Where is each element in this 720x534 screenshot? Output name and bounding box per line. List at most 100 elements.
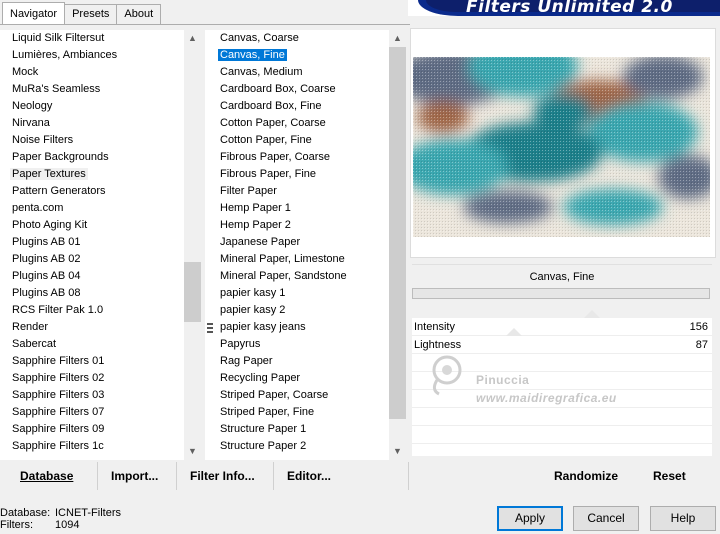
filter-list-item[interactable]: Fibrous Paper, Fine: [205, 166, 389, 183]
filter-list-item[interactable]: Cardboard Box, Coarse: [205, 81, 389, 98]
filter-item-label: Fibrous Paper, Coarse: [220, 151, 331, 163]
tab-presets[interactable]: Presets: [64, 4, 118, 24]
tab-navigator[interactable]: Navigator: [2, 2, 66, 24]
filter-list-item[interactable]: Cotton Paper, Coarse: [205, 115, 389, 132]
preview-image: [413, 57, 710, 237]
scroll-up-icon[interactable]: ▲: [184, 30, 201, 47]
database-button[interactable]: Database: [16, 467, 77, 487]
watermark-name: Pinuccia: [476, 373, 530, 387]
category-list-item[interactable]: Nirvana: [0, 115, 184, 132]
apply-button[interactable]: Apply: [497, 506, 563, 531]
category-list-item[interactable]: Paper Textures: [0, 166, 184, 183]
category-list-item[interactable]: Lumières, Ambiances: [0, 47, 184, 64]
separator: [176, 462, 177, 490]
category-list-item[interactable]: Liquid Silk Filtersut: [0, 30, 184, 47]
filter-list-item[interactable]: Hemp Paper 1: [205, 200, 389, 217]
filter-list-item[interactable]: Cotton Paper, Fine: [205, 132, 389, 149]
param-intensity[interactable]: Intensity 156: [412, 310, 712, 336]
filter-list-item[interactable]: Striped Paper, Coarse: [205, 387, 389, 404]
filter-list-item[interactable]: Canvas, Fine: [205, 47, 389, 64]
cancel-button[interactable]: Cancel: [573, 506, 639, 531]
filter-scroll-thumb[interactable]: [389, 47, 406, 419]
editor-button[interactable]: Editor...: [283, 467, 335, 487]
param-value[interactable]: 156: [690, 318, 708, 336]
filter-item-label: Canvas, Coarse: [220, 32, 299, 44]
filter-list-item[interactable]: Papyrus: [205, 336, 389, 353]
category-list-item[interactable]: MuRa's Seamless: [0, 81, 184, 98]
tab-about[interactable]: About: [116, 4, 162, 24]
filter-list-item[interactable]: Striped Paper, Fine: [205, 404, 389, 421]
category-item-label: MuRa's Seamless: [12, 83, 101, 95]
filter-list-item[interactable]: Hemp Paper 2: [205, 217, 389, 234]
category-list-item[interactable]: Neology: [0, 98, 184, 115]
filter-list-item[interactable]: Cardboard Box, Fine: [205, 98, 389, 115]
category-list-item[interactable]: Mock: [0, 64, 184, 81]
category-list-item[interactable]: Pattern Generators: [0, 183, 184, 200]
filter-list-item[interactable]: Structure Paper 2: [205, 438, 389, 455]
category-list-item[interactable]: Sabercat: [0, 336, 184, 353]
filter-list-item[interactable]: Mineral Paper, Limestone: [205, 251, 389, 268]
category-list-item[interactable]: RCS Filter Pak 1.0: [0, 302, 184, 319]
filter-item-label: Hemp Paper 1: [220, 202, 291, 214]
category-item-label: Mock: [12, 66, 39, 78]
category-list-item[interactable]: Paper Backgrounds: [0, 149, 184, 166]
filter-item-label: Cotton Paper, Coarse: [220, 117, 326, 129]
filter-list-item[interactable]: papier kasy jeans: [205, 319, 389, 336]
status-value: ICNET-Filters: [55, 507, 121, 519]
editor-label: Editor...: [287, 469, 332, 483]
filter-list-item[interactable]: papier kasy 1: [205, 285, 389, 302]
category-item-label: Paper Textures: [10, 168, 88, 180]
filter-list-item[interactable]: Fibrous Paper, Coarse: [205, 149, 389, 166]
reset-button[interactable]: Reset: [649, 467, 690, 487]
category-list-item[interactable]: penta.com: [0, 200, 184, 217]
filter-list-item[interactable]: Canvas, Coarse: [205, 30, 389, 47]
scroll-down-icon[interactable]: ▼: [184, 443, 201, 460]
filter-item-label: Mineral Paper, Limestone: [220, 253, 345, 265]
category-list[interactable]: Liquid Silk Filtersut Lumières, Ambiances…: [0, 30, 184, 460]
watermark-url: www.maidiregrafica.eu: [476, 391, 617, 405]
category-item-label: Sapphire Filters 07: [12, 406, 105, 418]
param-value[interactable]: 87: [696, 336, 708, 354]
filter-list-item[interactable]: papier kasy 2: [205, 302, 389, 319]
category-list-item[interactable]: Plugins AB 04: [0, 268, 184, 285]
scroll-down-icon[interactable]: ▼: [389, 443, 406, 460]
category-list-item[interactable]: Photo Aging Kit: [0, 217, 184, 234]
category-item-label: Sapphire Filters 02: [12, 372, 105, 384]
category-list-item[interactable]: Render: [0, 319, 184, 336]
category-scroll-thumb[interactable]: [184, 262, 201, 323]
filter-list[interactable]: Canvas, Coarse Canvas, Fine Canvas, Medium…: [205, 30, 389, 460]
reset-label: Reset: [653, 469, 686, 483]
filter-item-label: Canvas, Medium: [220, 66, 303, 78]
category-list-item[interactable]: Plugins AB 01: [0, 234, 184, 251]
category-list-item[interactable]: Sapphire Filters 02: [0, 370, 184, 387]
category-item-label: Sapphire Filters 1c: [12, 440, 104, 452]
category-list-item[interactable]: Sapphire Filters 1c: [0, 438, 184, 455]
scroll-up-icon[interactable]: ▲: [389, 30, 406, 47]
category-list-item[interactable]: Plugins AB 02: [0, 251, 184, 268]
filter-info-button[interactable]: Filter Info...: [186, 467, 259, 487]
category-list-item[interactable]: Sapphire Filters 01: [0, 353, 184, 370]
category-list-item[interactable]: Noise Filters: [0, 132, 184, 149]
randomize-button[interactable]: Randomize: [550, 467, 622, 487]
category-item-label: Plugins AB 08: [12, 287, 81, 299]
drag-grip-icon[interactable]: [207, 323, 214, 334]
category-list-item[interactable]: Sapphire Filters 03: [0, 387, 184, 404]
category-list-item[interactable]: Sapphire Filters 09: [0, 421, 184, 438]
filter-scrollbar[interactable]: ▲ ▼: [389, 30, 406, 460]
filter-item-label: Hemp Paper 2: [220, 219, 291, 231]
category-item-label: Sapphire Filters 03: [12, 389, 105, 401]
category-list-item[interactable]: Sapphire Filters 07: [0, 404, 184, 421]
filter-list-item[interactable]: Structure Paper 1: [205, 421, 389, 438]
tab-divider: [0, 24, 410, 25]
filter-list-item[interactable]: Recycling Paper: [205, 370, 389, 387]
filter-list-item[interactable]: Mineral Paper, Sandstone: [205, 268, 389, 285]
filter-list-item[interactable]: Japanese Paper: [205, 234, 389, 251]
filter-list-item[interactable]: Rag Paper: [205, 353, 389, 370]
category-list-item[interactable]: Plugins AB 08: [0, 285, 184, 302]
status-label: Database:: [0, 507, 51, 519]
filter-list-item[interactable]: Canvas, Medium: [205, 64, 389, 81]
category-scrollbar[interactable]: ▲ ▼: [184, 30, 201, 460]
help-button[interactable]: Help: [650, 506, 716, 531]
import-button[interactable]: Import...: [107, 467, 162, 487]
filter-list-item[interactable]: Filter Paper: [205, 183, 389, 200]
